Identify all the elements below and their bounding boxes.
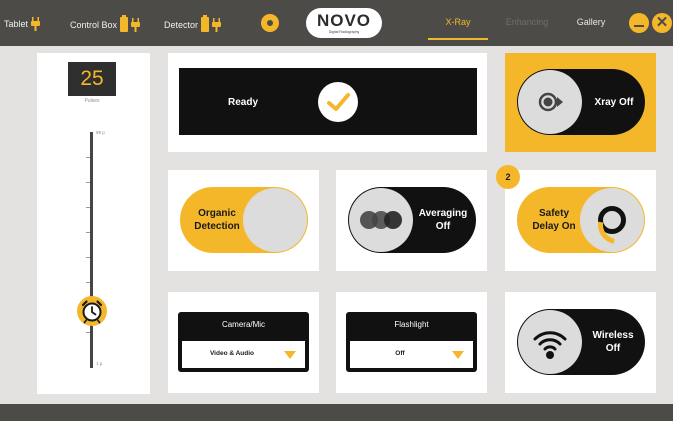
logo-subtext: Digital Radiography [328,30,360,34]
pulse-unit-label: Pulses [84,98,100,104]
slider-min-label: 1 p [96,361,103,366]
camera-mic-title: Camera/Mic [221,320,266,329]
tab-xray[interactable]: X-Ray [428,17,488,27]
ready-label: Ready [228,97,259,108]
flashlight-card: Flashlight Off [336,292,487,393]
toggle-knob [243,188,307,252]
wifi-icon [533,331,567,359]
toggle-knob [518,310,582,374]
slider-tick [86,257,90,258]
control-box-label: Control Box [70,19,118,30]
safety-line2: Delay On [532,221,576,232]
slider-tick [86,232,90,233]
xray-card: Xray Off [505,53,656,152]
xray-label: Xray Off [594,97,634,108]
pulse-count-display: 25 [68,62,116,96]
delay-ring-icon [598,206,626,234]
battery-icon [201,15,210,32]
control-box-status: Control Box [70,15,141,32]
xray-toggle[interactable]: Xray Off [517,69,645,135]
averaging-label: Averaging Off [412,207,474,233]
detector-label: Detector [164,19,199,30]
flashlight-value: Off [395,350,405,357]
safety-delay-toggle[interactable]: Safety Delay On [517,187,645,253]
wireless-line2: Off [605,343,621,354]
averaging-icon [360,211,402,229]
logo-text: NOVO [316,11,372,30]
disc-icon[interactable] [261,14,279,32]
toggle-knob [580,188,644,252]
close-button[interactable]: ✕ [652,13,672,33]
slider-tick [86,282,90,283]
novo-logo: NOVO Digital Radiography [306,8,382,38]
camera-mic-card: Camera/Mic Video & Audio [168,292,319,393]
plug-icon [212,17,222,32]
camera-mic-dropdown: Camera/Mic Video & Audio [178,312,309,372]
minimize-button[interactable] [629,13,649,33]
alarm-clock-icon [81,300,103,324]
slider-tick [86,157,90,158]
camera-mic-select[interactable]: Video & Audio [182,341,305,368]
pulse-slider-track[interactable] [90,132,93,368]
safety-line1: Safety [538,208,569,219]
averaging-toggle[interactable]: Averaging Off [348,187,476,253]
plug-icon [31,17,41,31]
camera-mic-value: Video & Audio [209,350,255,357]
tab-gallery[interactable]: Gallery [565,17,617,27]
averaging-line2: Off [435,221,451,232]
tablet-status: Tablet [4,17,41,31]
active-tab-indicator [428,38,488,40]
battery-icon [120,15,129,32]
bottom-bar [0,404,673,421]
xray-source-icon [538,92,563,112]
flashlight-select[interactable]: Off [350,341,473,368]
wireless-card: Wireless Off [505,292,656,393]
ready-status-bar: Ready [179,68,477,135]
flashlight-dropdown: Flashlight Off [346,312,477,372]
toggle-knob [518,70,582,134]
slider-thumb[interactable] [77,296,107,326]
wireless-label: Wireless Off [583,329,643,355]
chevron-down-icon [452,351,464,359]
organic-line2: Detection [194,221,240,232]
organic-detection-label: Organic Detection [184,207,250,233]
ready-card: Ready [168,53,487,152]
flashlight-title: Flashlight [394,320,429,329]
slider-tick [86,207,90,208]
organic-line1: Organic [198,208,236,219]
pulse-slider-panel [37,53,150,394]
chevron-down-icon [284,351,296,359]
detector-status: Detector [164,15,222,32]
toggle-knob [349,188,413,252]
close-icon: ✕ [655,14,669,31]
averaging-line1: Averaging [418,208,468,219]
averaging-card: Averaging Off [336,170,487,271]
wireless-line1: Wireless [592,330,634,341]
organic-detection-toggle[interactable]: Organic Detection [180,187,308,253]
tab-enhancing[interactable]: Enhancing [497,17,557,27]
slider-tick [86,182,90,183]
slider-tick [86,332,90,333]
plug-icon [131,17,141,32]
top-bar: Tablet Control Box Detector NOVO Digital… [0,0,673,46]
organic-detection-card: Organic Detection [168,170,319,271]
delay-count-badge: 2 [496,165,520,189]
wireless-toggle[interactable]: Wireless Off [517,309,645,375]
safety-delay-label: Safety Delay On [521,207,587,233]
safety-delay-card: Safety Delay On [505,170,656,271]
tablet-label: Tablet [4,19,29,29]
slider-max-label: 99 p [96,130,105,135]
check-icon [318,82,358,122]
